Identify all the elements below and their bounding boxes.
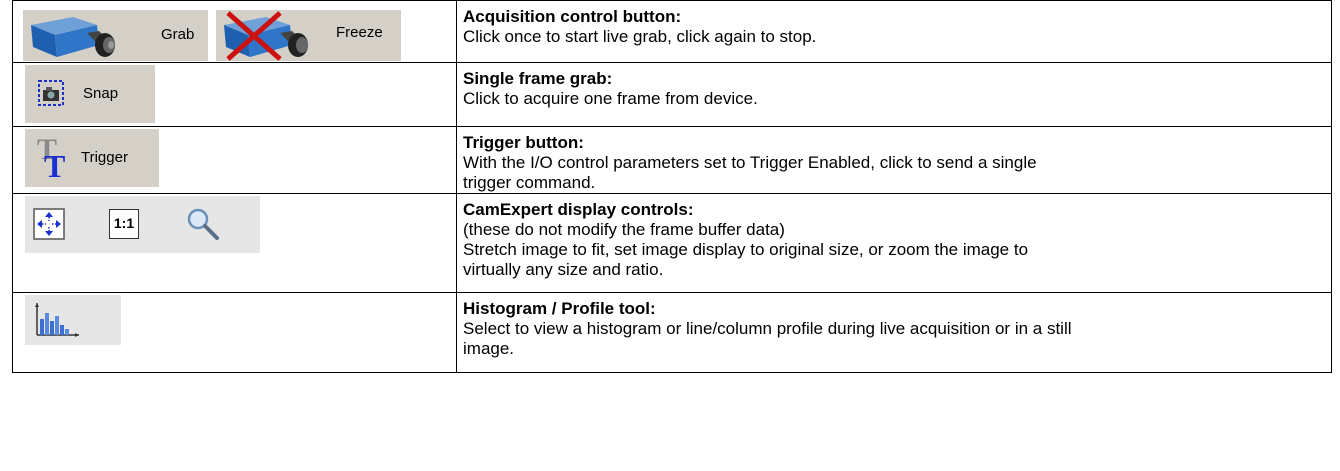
camera-crossed-icon — [224, 11, 308, 61]
table-row: Histogram / Profile tool: Select to view… — [12, 292, 1332, 373]
row-text: virtually any size and ratio. — [463, 260, 664, 279]
snap-label: Snap — [83, 85, 119, 102]
row-text: With the I/O control parameters set to T… — [463, 153, 1037, 172]
description-cell: Trigger button: With the I/O control par… — [456, 126, 1332, 194]
trigger-label: Trigger — [81, 149, 128, 166]
table-row: T T Trigger Trigger button: With the I/O… — [12, 126, 1332, 194]
row-text: Select to view a histogram or line/colum… — [463, 319, 1072, 338]
histogram-icon — [35, 303, 79, 337]
row-title: Acquisition control button: — [463, 7, 682, 26]
button-image-cell: T T Trigger — [12, 126, 457, 194]
original-size-icon[interactable]: 1:1 — [109, 209, 139, 239]
row-text: Stretch image to fit, set image display … — [463, 240, 1029, 259]
snapshot-camera-icon — [38, 80, 64, 106]
svg-text:T: T — [44, 148, 65, 179]
camera-icon — [31, 17, 115, 57]
description-cell: Histogram / Profile tool: Select to view… — [456, 292, 1332, 373]
grab-label: Grab — [161, 26, 195, 43]
row-title: Trigger button: — [463, 133, 584, 152]
row-title: Histogram / Profile tool: — [463, 299, 656, 318]
stretch-fit-icon[interactable] — [33, 208, 65, 240]
trigger-button[interactable]: T T Trigger — [25, 129, 159, 187]
freeze-label: Freeze — [336, 24, 383, 41]
row-text: Click once to start live grab, click aga… — [463, 27, 817, 46]
table-row: Snap Single frame grab: Click to acquire… — [12, 62, 1332, 127]
description-cell: Acquisition control button: Click once t… — [456, 0, 1332, 63]
table-row: Grab Freeze Acquisition control button: … — [12, 0, 1332, 63]
snap-button[interactable]: Snap — [25, 65, 155, 123]
reference-table: Grab Freeze Acquisition control button: … — [12, 0, 1332, 373]
histogram-button[interactable] — [25, 295, 121, 345]
button-image-cell: 1:1 — [12, 193, 457, 293]
row-title: Single frame grab: — [463, 69, 613, 88]
display-controls-toolbar: 1:1 — [25, 196, 260, 253]
trigger-t-icon: T T — [37, 135, 65, 179]
grab-button[interactable]: Grab — [23, 10, 208, 61]
button-image-cell — [12, 292, 457, 373]
table-row: 1:1 CamExpert display controls: (these d… — [12, 193, 1332, 293]
button-image-cell: Grab Freeze — [12, 0, 457, 63]
button-image-cell: Snap — [12, 62, 457, 127]
description-cell: CamExpert display controls: (these do no… — [456, 193, 1332, 293]
row-text: Click to acquire one frame from device. — [463, 89, 758, 108]
row-text: trigger command. — [463, 173, 596, 192]
row-text: image. — [463, 339, 515, 358]
row-title: CamExpert display controls: — [463, 200, 694, 219]
original-size-label: 1:1 — [113, 215, 135, 231]
row-text: (these do not modify the frame buffer da… — [463, 220, 785, 239]
freeze-button[interactable]: Freeze — [216, 10, 401, 61]
zoom-magnifier-icon[interactable] — [185, 206, 221, 242]
description-cell: Single frame grab: Click to acquire one … — [456, 62, 1332, 127]
